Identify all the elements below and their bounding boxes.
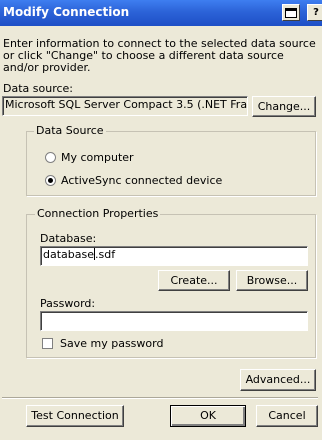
save-password-label[interactable]: Save my password <box>60 337 163 350</box>
data-source-group-legend: Data Source <box>34 124 106 137</box>
my-computer-label[interactable]: My computer <box>61 151 134 164</box>
intro-text: Enter information to connect to the sele… <box>3 37 316 74</box>
window-title: Modify Connection <box>3 5 130 19</box>
data-source-label: Data source: <box>3 82 73 95</box>
database-value-start: database <box>43 248 94 261</box>
title-bar[interactable]: Modify Connection ? <box>0 0 322 26</box>
connection-properties-legend: Connection Properties <box>35 207 161 220</box>
save-password-checkbox[interactable] <box>42 338 53 349</box>
activesync-device-label[interactable]: ActiveSync connected device <box>61 174 222 187</box>
database-value-end: .sdf <box>95 248 116 261</box>
create-button[interactable]: Create... <box>158 270 230 291</box>
data-source-field: Microsoft SQL Server Compact 3.5 (.NET F… <box>2 96 248 116</box>
my-computer-radio[interactable] <box>45 152 56 163</box>
footer-divider <box>2 397 318 398</box>
database-label: Database: <box>40 232 97 245</box>
cancel-button[interactable]: Cancel <box>256 405 318 427</box>
browse-button[interactable]: Browse... <box>236 270 308 291</box>
radio-selected-dot <box>48 178 53 183</box>
test-connection-button[interactable]: Test Connection <box>26 405 124 427</box>
password-input[interactable] <box>40 311 308 331</box>
activesync-device-radio[interactable] <box>45 175 56 186</box>
help-icon: ? <box>313 7 319 18</box>
password-label: Password: <box>40 297 96 310</box>
database-input[interactable]: database.sdf <box>40 246 308 266</box>
modify-connection-dialog: Modify Connection ? Enter information to… <box>0 0 322 440</box>
change-button[interactable]: Change... <box>252 96 316 117</box>
window-menu-button[interactable] <box>282 4 300 21</box>
data-source-value: Microsoft SQL Server Compact 3.5 (.NET F… <box>5 98 248 111</box>
window-icon <box>285 8 297 18</box>
ok-button[interactable]: OK <box>170 405 246 427</box>
help-button[interactable]: ? <box>307 4 322 21</box>
advanced-button[interactable]: Advanced... <box>240 369 316 391</box>
